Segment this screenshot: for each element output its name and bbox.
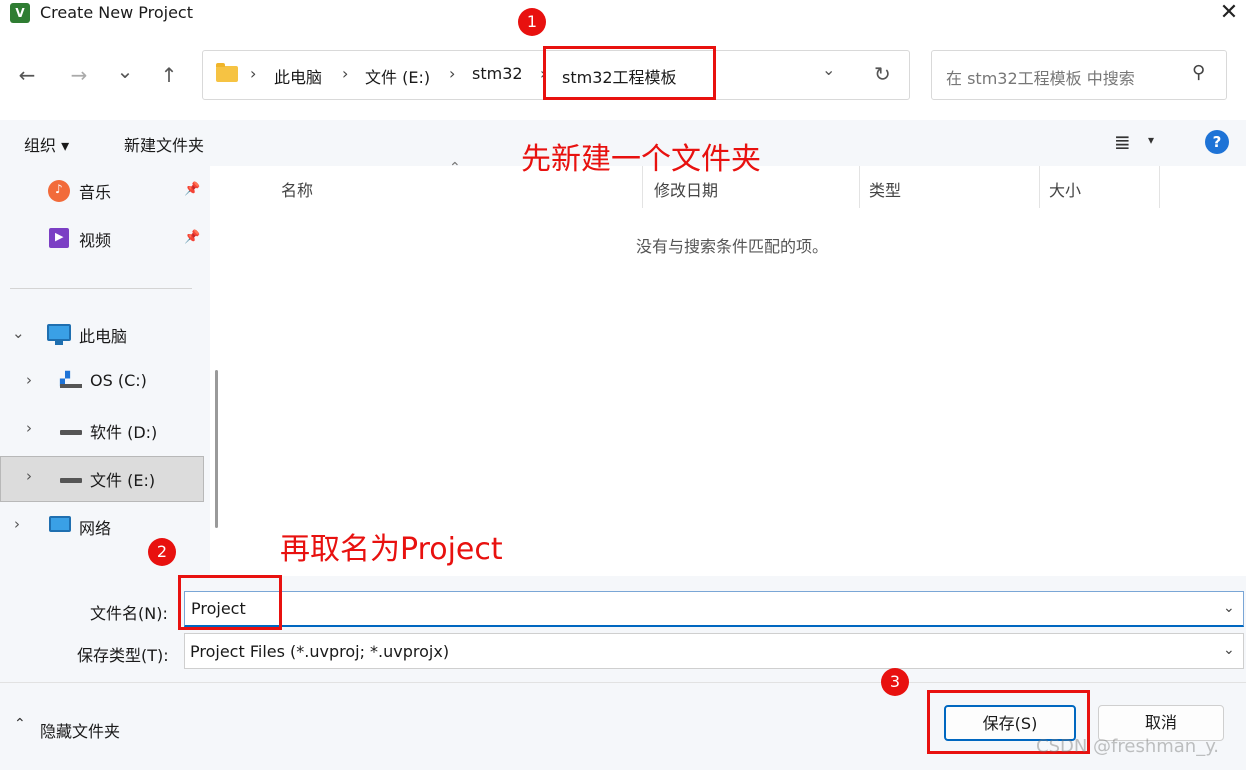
filetype-value[interactable]: Project Files (*.uvproj; *.uvprojx) xyxy=(190,642,449,661)
sidebar-item-drive-d[interactable]: › 软件 (D:) xyxy=(0,410,205,450)
column-divider[interactable] xyxy=(1039,166,1040,208)
annotation-box-folder xyxy=(543,46,716,100)
window-title: Create New Project xyxy=(40,3,193,22)
play-icon: ▶ xyxy=(55,230,64,243)
recent-locations-button[interactable]: ⌄ xyxy=(112,58,138,84)
watermark: CSDN @freshman_y. xyxy=(1036,736,1220,757)
column-divider[interactable] xyxy=(859,166,860,208)
column-divider[interactable] xyxy=(1159,166,1160,208)
chevron-right-icon[interactable]: › xyxy=(26,371,32,389)
chevron-right-icon[interactable]: › xyxy=(26,467,32,485)
search-placeholder[interactable]: 在 stm32工程模板 中搜索 xyxy=(946,65,1135,89)
pin-icon[interactable]: 📌 xyxy=(184,230,200,245)
sidebar-item-label: 文件 (E:) xyxy=(90,471,156,490)
filename-dropdown-icon[interactable]: ⌄ xyxy=(1223,600,1235,616)
sidebar-item-label: 此电脑 xyxy=(79,327,128,346)
annotation-badge-3: 3 xyxy=(881,668,909,696)
breadcrumb-separator: › xyxy=(250,64,257,83)
sidebar-item-network[interactable]: › 网络 xyxy=(0,506,205,546)
filename-input[interactable] xyxy=(184,591,1244,627)
drive-base-icon xyxy=(60,384,82,388)
sidebar-item-this-pc[interactable]: ⌄ 此电脑 xyxy=(0,314,205,354)
annotation-note-new-folder: 先新建一个文件夹 xyxy=(521,142,761,177)
refresh-icon[interactable]: ↻ xyxy=(874,62,891,86)
organize-menu-button[interactable]: 组织 ▾ xyxy=(24,132,69,156)
search-icon[interactable]: ⚲ xyxy=(1192,62,1205,83)
footer-divider xyxy=(0,682,1246,683)
view-options-chevron-icon[interactable]: ▾ xyxy=(1148,133,1154,147)
breadcrumb-this-pc[interactable]: 此电脑 xyxy=(274,64,322,88)
sidebar-item-videos[interactable]: ▶ 视频 📌 xyxy=(0,218,205,258)
breadcrumb-stm32[interactable]: stm32 xyxy=(472,64,523,83)
annotation-badge-1: 1 xyxy=(518,8,546,36)
address-dropdown-icon[interactable]: ⌄ xyxy=(822,60,835,79)
new-folder-button[interactable]: 新建文件夹 xyxy=(124,132,204,156)
column-header-modified[interactable]: 修改日期 xyxy=(654,177,718,201)
close-button[interactable]: ✕ xyxy=(1212,0,1246,28)
hide-folders-button[interactable]: 隐藏文件夹 xyxy=(40,718,120,742)
computer-icon xyxy=(47,324,71,341)
chevron-up-icon[interactable]: ⌃ xyxy=(14,716,26,732)
music-note-icon: ♪ xyxy=(55,182,63,196)
help-icon[interactable]: ? xyxy=(1205,130,1229,154)
drive-icon xyxy=(60,430,82,435)
sidebar-item-label: 软件 (D:) xyxy=(90,423,158,442)
sidebar-item-label: OS (C:) xyxy=(90,371,147,390)
up-button[interactable]: ↑ xyxy=(156,62,182,88)
filename-label: 文件名(N): xyxy=(90,604,168,623)
sidebar-item-label: 网络 xyxy=(79,519,112,538)
annotation-badge-2: 2 xyxy=(148,538,176,566)
view-options-icon[interactable]: ≣ xyxy=(1114,130,1131,154)
sidebar-item-music[interactable]: ♪ 音乐 📌 xyxy=(0,170,205,210)
annotation-box-filename xyxy=(178,575,282,630)
sidebar-item-drive-c[interactable]: › ▞ OS (C:) xyxy=(0,362,205,402)
network-icon xyxy=(49,516,71,532)
breadcrumb-separator: › xyxy=(342,64,349,83)
filetype-dropdown-icon[interactable]: ⌄ xyxy=(1223,642,1235,658)
column-header-type[interactable]: 类型 xyxy=(869,177,901,201)
app-icon: V xyxy=(10,3,30,23)
annotation-note-name-project: 再取名为Project xyxy=(280,532,503,567)
empty-folder-message: 没有与搜索条件匹配的项。 xyxy=(636,237,829,256)
sidebar-item-label: 视频 xyxy=(79,231,112,250)
column-header-name[interactable]: 名称 xyxy=(281,177,313,201)
sidebar-item-label: 音乐 xyxy=(79,183,112,202)
sidebar-item-drive-e[interactable]: › 文件 (E:) xyxy=(0,458,205,498)
breadcrumb-drive-e[interactable]: 文件 (E:) xyxy=(365,64,430,88)
column-header-size[interactable]: 大小 xyxy=(1049,177,1081,201)
pin-icon[interactable]: 📌 xyxy=(184,182,200,197)
chevron-down-icon[interactable]: ⌄ xyxy=(12,324,25,342)
sort-ascending-icon: ⌃ xyxy=(449,160,461,176)
filetype-label: 保存类型(T): xyxy=(77,646,169,665)
folder-icon xyxy=(216,63,238,82)
drive-icon xyxy=(60,478,82,483)
chevron-right-icon[interactable]: › xyxy=(26,419,32,437)
back-button[interactable]: ← xyxy=(14,62,40,88)
computer-stand-icon xyxy=(55,341,63,345)
chevron-right-icon[interactable]: › xyxy=(14,515,20,533)
breadcrumb-separator: › xyxy=(449,64,456,83)
forward-button[interactable]: → xyxy=(66,62,92,88)
sidebar-divider xyxy=(10,288,192,289)
sidebar-scrollbar[interactable] xyxy=(215,370,218,528)
